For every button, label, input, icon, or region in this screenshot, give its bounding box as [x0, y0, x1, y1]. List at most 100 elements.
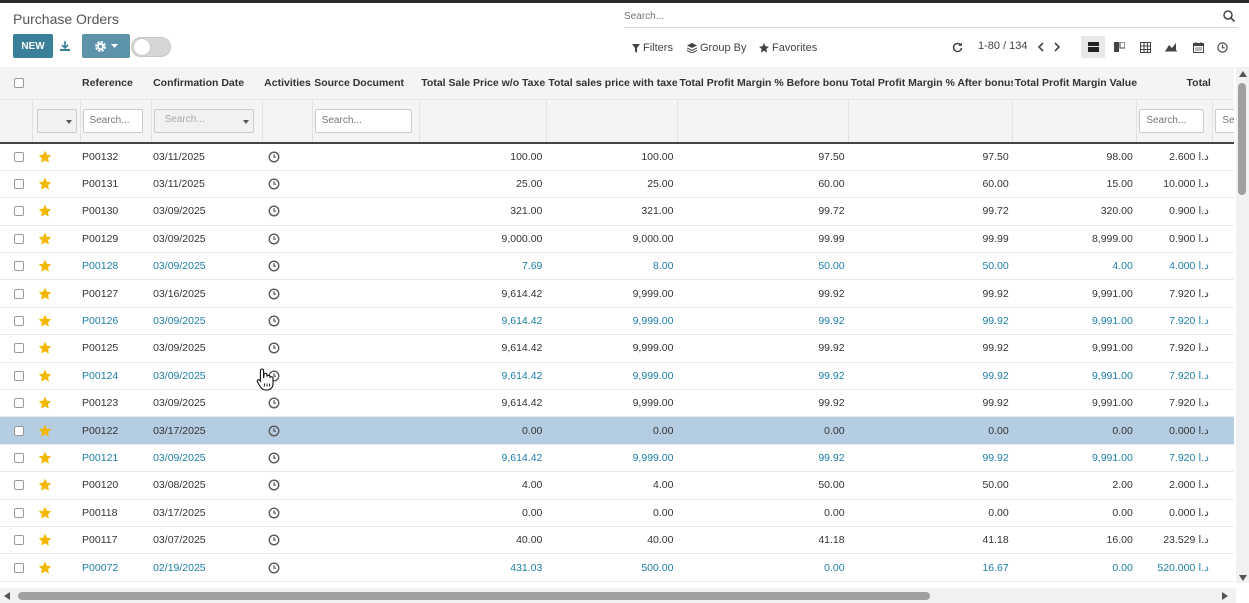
- row-select-cell[interactable]: [0, 362, 33, 391]
- star-icon[interactable]: [38, 478, 52, 492]
- table-row[interactable]: P00129 03/09/2025 9,000.00 9,000.00 99.99 99.…: [0, 225, 1234, 254]
- table-row[interactable]: P00124 03/09/2025 9,614.42 9,999.00 99.92 99.…: [0, 362, 1234, 391]
- activity-cell[interactable]: [262, 416, 313, 445]
- total-filter-input[interactable]: [1139, 108, 1205, 133]
- pivot-view-button[interactable]: [1133, 36, 1157, 58]
- activity-cell[interactable]: [262, 471, 313, 500]
- row-checkbox[interactable]: [14, 425, 24, 436]
- table-row[interactable]: P00123 03/09/2025 9,614.42 9,999.00 99.92 99.…: [0, 389, 1234, 418]
- row-select-cell[interactable]: [0, 279, 33, 308]
- calendar-view-button[interactable]: [1186, 36, 1210, 58]
- activity-cell[interactable]: [262, 499, 313, 527]
- row-checkbox[interactable]: [14, 233, 24, 244]
- table-row[interactable]: P00127 03/16/2025 9,614.42 9,999.00 99.92 99.…: [0, 279, 1234, 308]
- star-icon[interactable]: [38, 451, 52, 465]
- activity-view-button[interactable]: [1210, 36, 1234, 58]
- graph-view-button[interactable]: [1159, 36, 1183, 58]
- activity-cell[interactable]: [262, 225, 313, 254]
- search-input[interactable]: [624, 6, 1204, 26]
- clock-icon[interactable]: [268, 534, 280, 546]
- pager-value[interactable]: 1-80 / 134: [978, 40, 1028, 52]
- search-bar[interactable]: [624, 6, 1238, 28]
- new-button[interactable]: NEW: [13, 34, 53, 58]
- clock-icon[interactable]: [268, 397, 280, 409]
- row-select-cell[interactable]: [0, 389, 33, 418]
- star-icon[interactable]: [38, 506, 52, 520]
- favorites-button[interactable]: Favorites: [759, 40, 817, 56]
- groupby-button[interactable]: Group By: [687, 40, 746, 56]
- star-icon[interactable]: [38, 232, 52, 246]
- star-icon[interactable]: [38, 259, 52, 273]
- table-row[interactable]: P00126 03/09/2025 9,614.42 9,999.00 99.92 99.…: [0, 307, 1234, 336]
- row-checkbox[interactable]: [14, 370, 24, 381]
- activity-cell[interactable]: [262, 252, 313, 281]
- activity-cell[interactable]: [262, 389, 313, 418]
- header-reference[interactable]: Reference: [80, 67, 152, 100]
- header-margin-after[interactable]: Total Profit Margin % After bonus: [848, 67, 1013, 100]
- row-checkbox[interactable]: [14, 316, 24, 327]
- clock-icon[interactable]: [268, 479, 280, 491]
- favorite-cell[interactable]: [32, 334, 81, 363]
- favorite-cell[interactable]: [32, 526, 81, 555]
- table-row[interactable]: P00118 03/17/2025 0.00 0.00 0.00 0.00 0.00 0.00…: [0, 499, 1234, 527]
- clock-icon[interactable]: [268, 562, 280, 574]
- activity-cell[interactable]: [262, 307, 313, 336]
- horizontal-scrollbar[interactable]: [0, 588, 1236, 603]
- activity-cell[interactable]: [262, 143, 313, 171]
- table-row[interactable]: P00130 03/09/2025 321.00 321.00 99.72 99.72 32…: [0, 197, 1234, 226]
- source-document-filter-input[interactable]: [314, 108, 412, 133]
- refresh-button[interactable]: [950, 39, 964, 55]
- row-checkbox[interactable]: [14, 535, 24, 546]
- row-select-cell[interactable]: [0, 143, 33, 171]
- activity-cell[interactable]: [262, 170, 313, 199]
- favorite-cell[interactable]: [32, 170, 81, 199]
- clock-icon[interactable]: [268, 260, 280, 272]
- search-icon[interactable]: [1222, 9, 1236, 23]
- table-row[interactable]: P00125 03/09/2025 9,614.42 9,999.00 99.92 99.…: [0, 334, 1234, 363]
- favorite-cell[interactable]: [32, 471, 81, 500]
- clock-icon[interactable]: [268, 507, 280, 519]
- star-icon[interactable]: [38, 533, 52, 547]
- clock-icon[interactable]: [268, 342, 280, 354]
- favorite-cell[interactable]: [32, 444, 81, 473]
- table-row[interactable]: P00132 03/11/2025 100.00 100.00 97.50 97.50 98…: [0, 143, 1234, 171]
- overflow-filter-input[interactable]: [1215, 108, 1234, 133]
- activity-cell[interactable]: [262, 334, 313, 363]
- star-icon[interactable]: [38, 204, 52, 218]
- row-checkbox[interactable]: [14, 288, 24, 299]
- table-row[interactable]: P00121 03/09/2025 9,614.42 9,999.00 99.92 99.…: [0, 444, 1234, 473]
- activity-cell[interactable]: [262, 197, 313, 226]
- favorite-cell[interactable]: [32, 279, 81, 308]
- clock-icon[interactable]: [268, 288, 280, 300]
- vertical-scroll-thumb[interactable]: [1238, 83, 1246, 195]
- clock-icon[interactable]: [268, 315, 280, 327]
- star-icon[interactable]: [38, 177, 52, 191]
- row-select-cell[interactable]: [0, 334, 33, 363]
- row-checkbox[interactable]: [14, 179, 24, 190]
- activity-cell[interactable]: [262, 444, 313, 473]
- row-select-cell[interactable]: [0, 416, 33, 445]
- horizontal-scroll-thumb[interactable]: [18, 592, 930, 600]
- row-checkbox[interactable]: [14, 398, 24, 409]
- table-row[interactable]: P00117 03/07/2025 40.00 40.00 41.18 41.18 16.0…: [0, 526, 1234, 555]
- reference-filter-input[interactable]: [82, 108, 143, 133]
- kanban-view-button[interactable]: [1107, 36, 1131, 58]
- favorite-cell[interactable]: [32, 553, 81, 582]
- header-activities[interactable]: Activities: [262, 67, 313, 100]
- row-select-cell[interactable]: [0, 553, 33, 582]
- clock-icon[interactable]: [268, 151, 280, 163]
- star-icon[interactable]: [38, 287, 52, 301]
- row-checkbox[interactable]: [14, 261, 24, 272]
- scroll-down-arrow-icon[interactable]: [1239, 575, 1247, 581]
- pager-next-button[interactable]: [1050, 39, 1064, 55]
- favorite-cell[interactable]: [32, 362, 81, 391]
- activity-cell[interactable]: [262, 279, 313, 308]
- select-all-checkbox[interactable]: [14, 77, 24, 88]
- scroll-right-arrow-icon[interactable]: [1222, 592, 1228, 600]
- row-select-cell[interactable]: [0, 170, 33, 199]
- activity-cell[interactable]: [262, 526, 313, 555]
- favorite-cell[interactable]: [32, 416, 81, 445]
- row-select-cell[interactable]: [0, 471, 33, 500]
- header-source-document[interactable]: Source Document: [312, 67, 420, 100]
- favorite-cell[interactable]: [32, 197, 81, 226]
